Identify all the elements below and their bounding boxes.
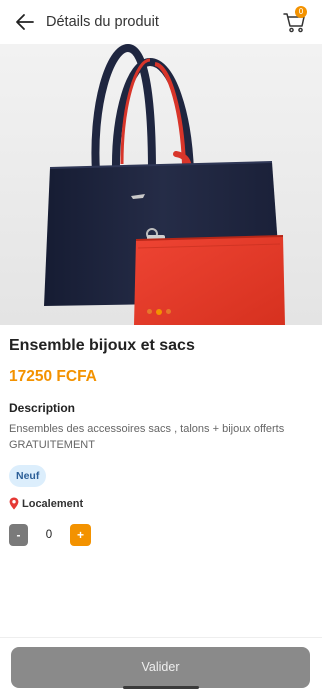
carousel-dots [147, 308, 171, 315]
shopping-cart-icon [282, 13, 308, 39]
description-text: Ensembles des accessoires sacs , talons … [9, 423, 285, 451]
decrease-quantity-button[interactable]: - [9, 524, 28, 546]
location-pin-icon [9, 497, 19, 510]
page-title: Détails du produit [46, 14, 159, 30]
footer-divider [0, 637, 322, 638]
product-photo [0, 44, 322, 325]
increase-quantity-button[interactable]: + [70, 524, 91, 546]
description-heading: Description [9, 401, 76, 415]
validate-button[interactable]: Valider [11, 647, 310, 688]
carousel-dot[interactable] [147, 309, 152, 314]
cart-button[interactable]: 0 [282, 6, 308, 35]
product-name: Ensemble bijoux et sacs [9, 337, 195, 354]
cart-count-badge: 0 [295, 6, 307, 18]
app-header: Détails du produit 0 [0, 0, 322, 44]
carousel-dot[interactable] [166, 309, 171, 314]
product-price: 17250 FCFA [9, 368, 97, 385]
condition-badge: Neuf [9, 465, 47, 487]
product-image-carousel[interactable] [0, 44, 322, 325]
quantity-stepper: - 0 + [9, 524, 91, 546]
home-indicator [123, 686, 199, 689]
quantity-value: 0 [45, 529, 53, 541]
arrow-left-icon[interactable] [14, 11, 36, 33]
location-label: Localement [22, 497, 84, 510]
location-row: Localement [9, 497, 83, 510]
carousel-dot-active[interactable] [156, 308, 162, 315]
